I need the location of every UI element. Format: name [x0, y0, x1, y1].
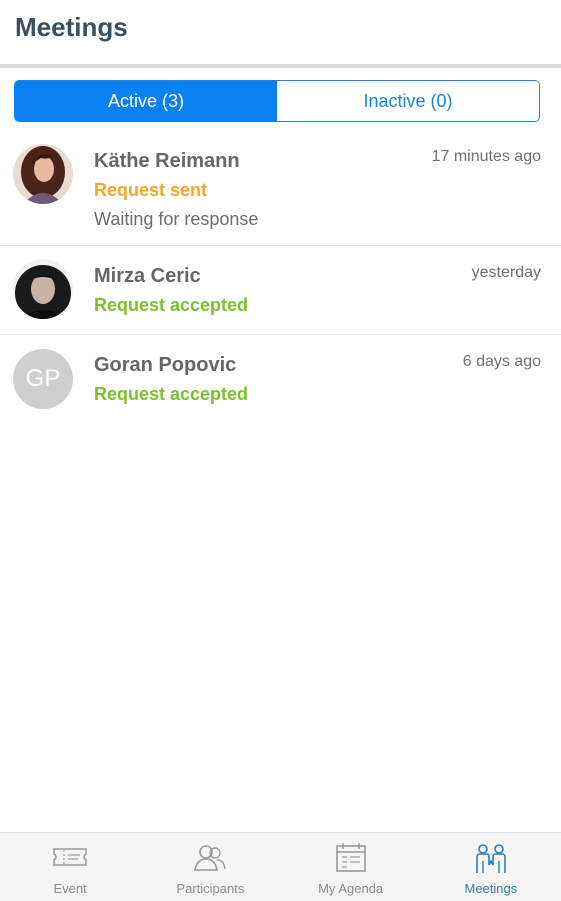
- tab-my-agenda[interactable]: My Agenda: [281, 833, 421, 901]
- avatar-initials: GP: [13, 349, 73, 409]
- page-title: Meetings: [15, 12, 128, 42]
- app-header: Meetings: [0, 0, 561, 68]
- tab-meetings[interactable]: Meetings: [421, 833, 561, 901]
- tab-active-label: Active (3): [107, 90, 185, 111]
- participant-name: Goran Popovic: [94, 354, 237, 376]
- avatar: [13, 259, 73, 319]
- calendar-icon: [335, 843, 366, 872]
- meeting-subtext: Waiting for response: [94, 209, 259, 229]
- tab-event[interactable]: Event: [0, 833, 140, 901]
- meeting-time: yesterday: [471, 264, 541, 281]
- tab-active[interactable]: Active (3): [15, 81, 277, 121]
- avatar-initials-text: GP: [25, 365, 61, 392]
- tab-inactive[interactable]: Inactive (0): [277, 81, 539, 121]
- meeting-status: Request accepted: [94, 384, 249, 404]
- tab-event-label: Event: [53, 881, 87, 896]
- avatar: [13, 144, 73, 204]
- meeting-status: Request sent: [94, 180, 208, 200]
- ticket-icon: [53, 848, 87, 866]
- participant-name: Mirza Ceric: [94, 265, 201, 287]
- people-icon: [194, 845, 227, 871]
- participant-name: Käthe Reimann: [94, 150, 240, 172]
- tab-inactive-label: Inactive (0): [363, 90, 453, 111]
- meeting-status: Request accepted: [94, 295, 249, 315]
- meeting-time: 6 days ago: [462, 353, 541, 370]
- meetings-filter-segmented-control: Active (3) Inactive (0): [14, 80, 540, 122]
- meetings-list: Käthe Reimann Request sent Waiting for r…: [0, 134, 561, 424]
- meeting-item[interactable]: Mirza Ceric Request accepted yesterday: [0, 246, 561, 335]
- tab-my-agenda-label: My Agenda: [318, 881, 384, 896]
- bottom-tab-bar: Event Participants My Agenda Meetings: [0, 832, 561, 901]
- meeting-item[interactable]: GP Goran Popovic Request accepted 6 days…: [0, 335, 561, 424]
- tab-participants[interactable]: Participants: [140, 833, 280, 901]
- meeting-item[interactable]: Käthe Reimann Request sent Waiting for r…: [0, 134, 561, 246]
- meeting-time: 17 minutes ago: [431, 148, 541, 165]
- tab-participants-label: Participants: [176, 881, 245, 896]
- tab-meetings-label: Meetings: [464, 881, 518, 896]
- meeting-icon: [476, 844, 506, 873]
